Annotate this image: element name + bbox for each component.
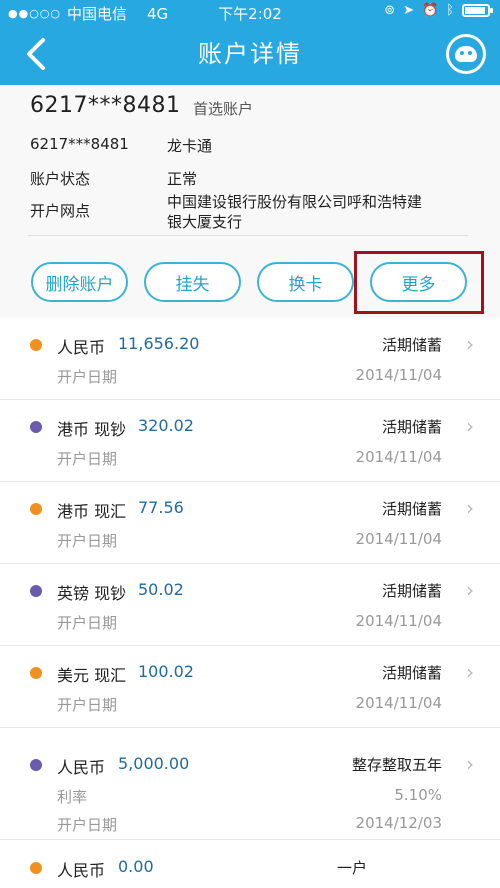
currency-label: 人民币 [57,758,106,777]
deposit-type: 一户 [336,859,367,877]
chevron-right-icon: › [466,496,474,520]
currency-dot [30,339,42,351]
branch-value-line1: 中国建设银行股份有限公司呼和浩特建 [167,193,423,211]
deposit-type: 活期储蓄 [381,336,442,354]
more-button-highlight-box [354,251,484,314]
interest-rate-value: 5.10% [394,786,442,804]
page-title: 账户详情 [198,40,302,68]
account-status-label: 账户状态 [30,170,91,188]
currency-label: 英镑 现钞 [57,584,127,603]
currency-label: 人民币 [57,338,106,357]
replace-card-button[interactable]: 换卡 [257,262,354,302]
list-item[interactable]: 港币 现钞 320.02 活期储蓄 开户日期 2014/11/04 › [0,400,500,482]
list-item[interactable]: 英镑 现钞 50.02 活期储蓄 开户日期 2014/11/04 › [0,564,500,646]
currency-dot [30,585,42,597]
currency-label: 港币 现钞 [57,420,127,439]
balance-amount: 5,000.00 [118,754,190,773]
interest-rate-label: 利率 [57,788,88,806]
deposit-type: 活期储蓄 [381,500,442,518]
open-date-label: 开户日期 [57,816,118,834]
list-item[interactable]: 人民币 5,000.00 整存整取五年 利率 5.10% 开户日期 2014/1… [0,728,500,840]
account-info-panel: 6217***8481 首选账户 6217***8481 龙卡通 账户状态 正常… [0,85,500,318]
currency-dot [30,862,42,874]
list-item[interactable]: 美元 现汇 100.02 活期储蓄 开户日期 2014/11/04 › [0,646,500,728]
deposit-type: 活期储蓄 [381,418,442,436]
delete-account-button[interactable]: 删除账户 [31,262,128,302]
open-date-value: 2014/12/03 [355,814,442,832]
open-date-value: 2014/11/04 [355,530,442,548]
balance-amount: 320.02 [138,416,194,435]
currency-label: 美元 现汇 [57,666,127,685]
balance-amount: 100.02 [138,662,194,681]
account-status-value: 正常 [167,170,198,188]
open-date-label: 开户日期 [57,614,118,632]
report-loss-button[interactable]: 挂失 [144,262,241,302]
assistant-button[interactable] [446,34,486,74]
chevron-right-icon: › [466,332,474,356]
open-date-label: 开户日期 [57,696,118,714]
list-item[interactable]: 人民币 11,656.20 活期储蓄 开户日期 2014/11/04 › [0,318,500,400]
currency-dot [30,421,42,433]
battery-icon [462,4,493,17]
battery-fill [465,7,485,14]
bluetooth-icon: ᛒ [446,3,454,18]
balance-amount: 50.02 [138,580,184,599]
chevron-right-icon: › [466,414,474,438]
chevron-right-icon: › [466,752,474,776]
balance-amount: 11,656.20 [118,334,200,353]
location-icon: ➤ [403,3,414,18]
currency-label: 人民币 [57,861,106,880]
open-date-value: 2014/11/04 [355,448,442,466]
card-number-label: 6217***8481 [30,135,129,153]
balance-amount: 77.56 [138,498,184,517]
alarm-icon: ⏰ [422,3,439,18]
list-item[interactable]: 人民币 0.00 一户 [0,840,500,888]
nav-bar: 账户详情 [0,24,500,84]
primary-account-tag: 首选账户 [193,100,254,118]
open-date-label: 开户日期 [57,450,118,468]
currency-dot [30,667,42,679]
open-date-value: 2014/11/04 [355,366,442,384]
open-date-value: 2014/11/04 [355,694,442,712]
deposit-type: 活期储蓄 [381,582,442,600]
deposit-type: 整存整取五年 [351,756,442,774]
branch-label: 开户网点 [30,202,91,220]
deposit-type: 活期储蓄 [381,664,442,682]
chevron-right-icon: › [466,660,474,684]
open-date-label: 开户日期 [57,368,118,386]
currency-dot [30,759,42,771]
divider [28,235,468,236]
currency-label: 港币 现汇 [57,502,127,521]
account-number: 6217***8481 [30,93,181,118]
list-item[interactable]: 港币 现汇 77.56 活期储蓄 开户日期 2014/11/04 › [0,482,500,564]
open-date-value: 2014/11/04 [355,612,442,630]
app-header: ●●○○○ 中国电信 4G 下午2:02 ⊚ ➤ ⏰ ᛒ 账户详情 [0,0,500,85]
branch-value-line2: 银大厦支行 [167,213,243,231]
currency-dot [30,503,42,515]
assistant-robot-icon [455,46,477,62]
status-bar: ●●○○○ 中国电信 4G 下午2:02 ⊚ ➤ ⏰ ᛒ [0,0,500,24]
card-type-value: 龙卡通 [167,137,213,155]
open-date-label: 开户日期 [57,532,118,550]
balance-amount: 0.00 [118,857,154,876]
orientation-lock-icon: ⊚ [384,3,396,18]
chevron-right-icon: › [466,578,474,602]
